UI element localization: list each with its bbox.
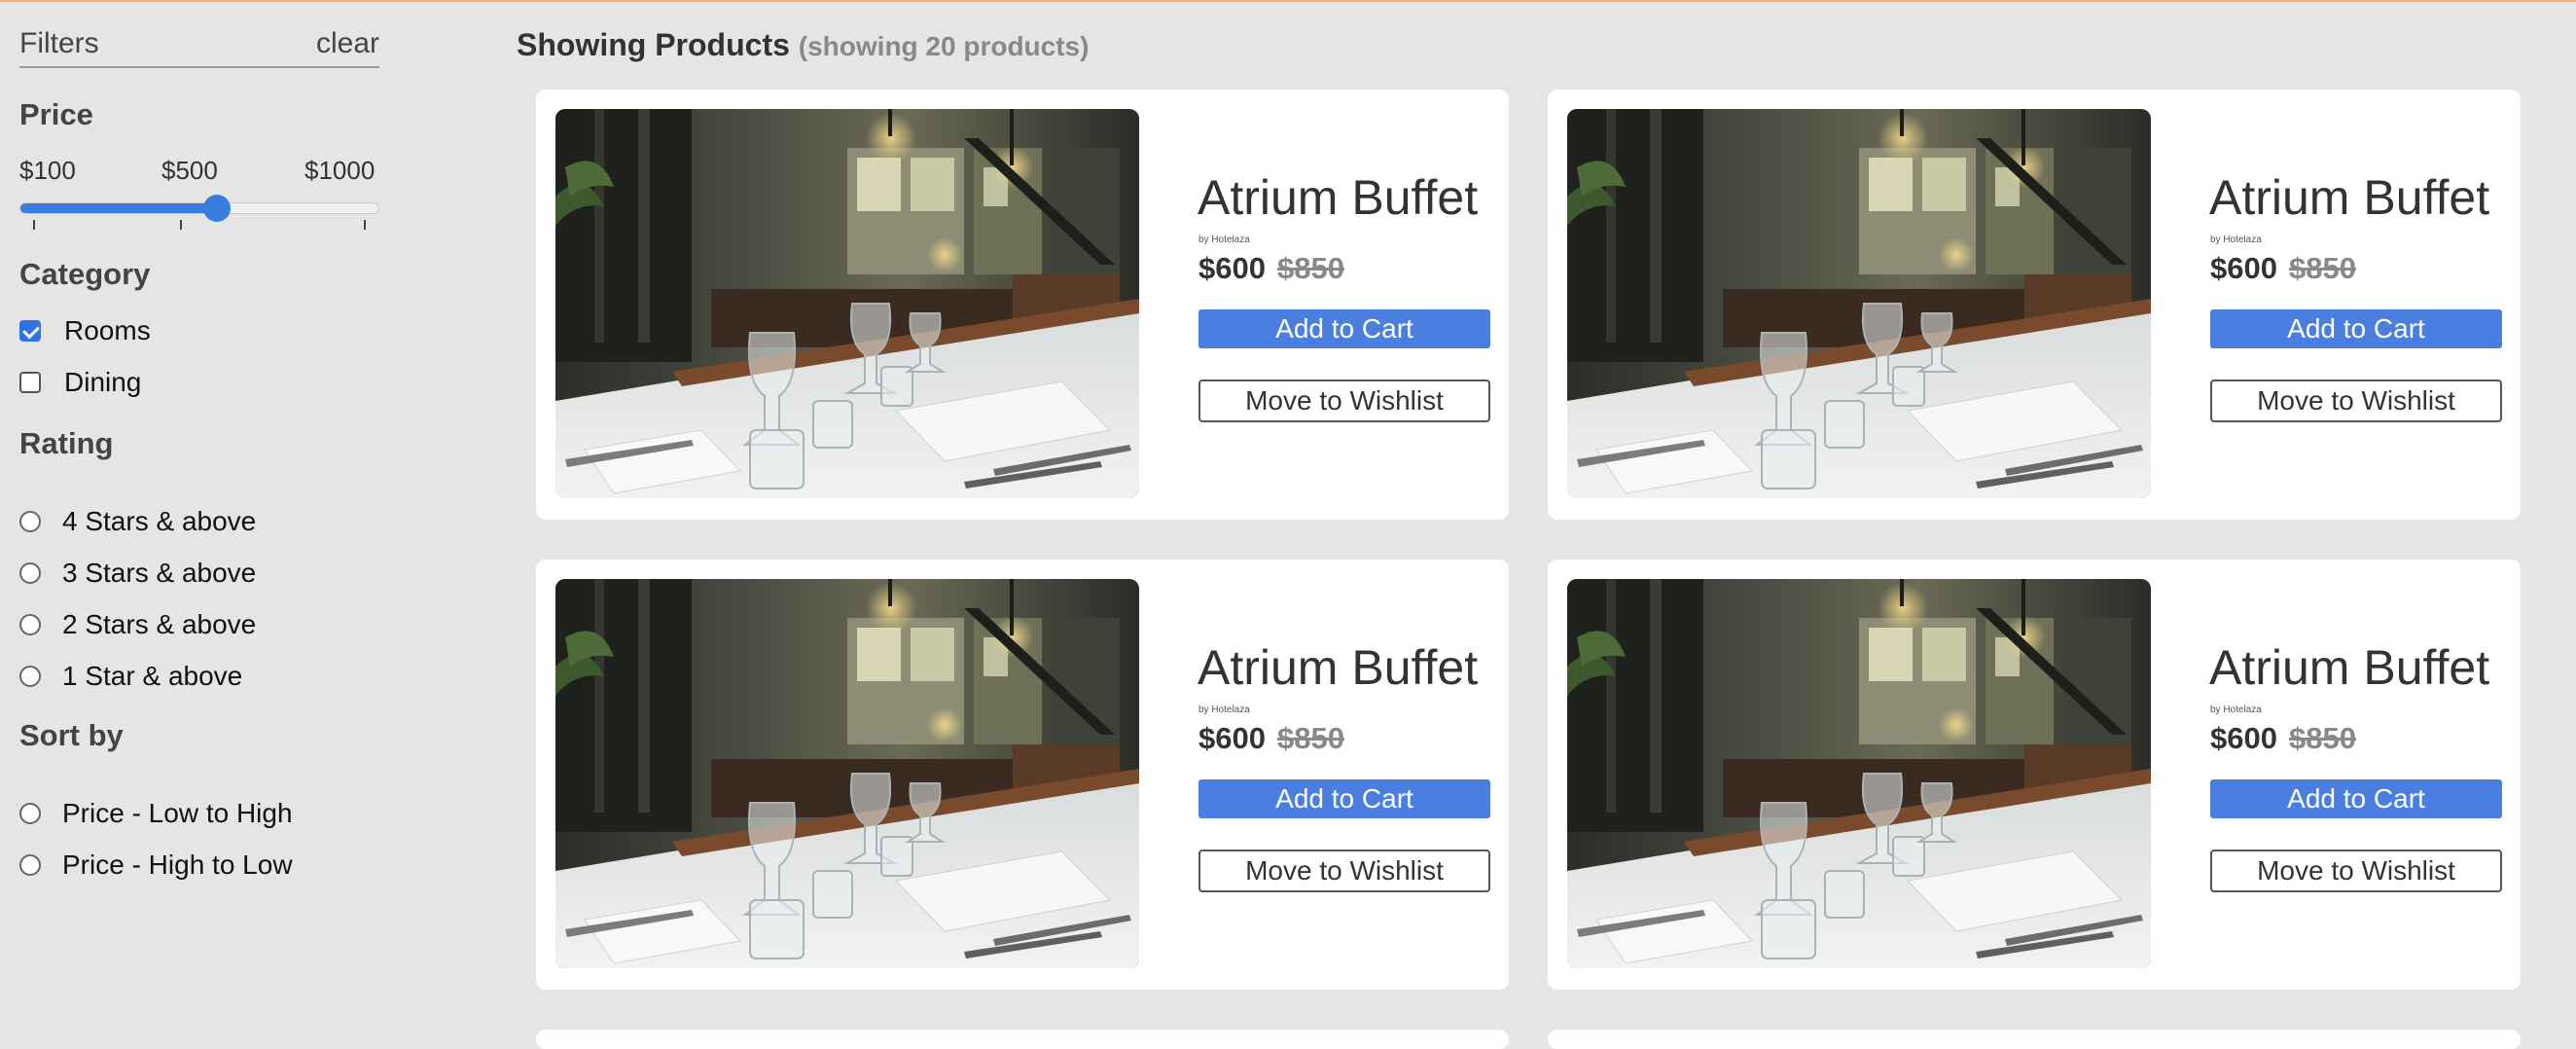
product-price: $600 bbox=[1199, 251, 1266, 285]
product-brand: by Hotelaza bbox=[2210, 705, 2262, 715]
price-section-title: Price bbox=[19, 97, 93, 131]
price-tick-min bbox=[33, 220, 35, 230]
price-slider-thumb[interactable] bbox=[203, 195, 232, 222]
move-to-wishlist-button[interactable]: Move to Wishlist bbox=[2210, 380, 2502, 422]
rating-option-3-stars[interactable]: 3 Stars & above bbox=[19, 557, 256, 590]
product-price: $600 bbox=[2210, 721, 2277, 755]
move-to-wishlist-button[interactable]: Move to Wishlist bbox=[1199, 380, 1490, 422]
rating-radio[interactable] bbox=[19, 666, 41, 687]
product-image[interactable] bbox=[1567, 579, 2151, 968]
product-card bbox=[1548, 1030, 2521, 1049]
sort-option-label: Price - Low to High bbox=[62, 798, 293, 828]
price-slider-fill bbox=[20, 203, 218, 213]
category-option-label: Dining bbox=[64, 367, 142, 397]
rating-option-label: 3 Stars & above bbox=[62, 558, 257, 588]
rating-option-2-stars[interactable]: 2 Stars & above bbox=[19, 608, 256, 641]
product-card bbox=[536, 1030, 1509, 1049]
page-title: Showing Products (showing 20 products) bbox=[517, 27, 1089, 63]
sort-option-label: Price - High to Low bbox=[62, 850, 293, 880]
top-border bbox=[0, 0, 2576, 2]
price-max-label: $1000 bbox=[304, 156, 376, 185]
price-mid-label: $500 bbox=[161, 156, 218, 185]
rating-option-4-stars[interactable]: 4 Stars & above bbox=[19, 505, 256, 538]
filters-header: Filters clear bbox=[19, 27, 379, 68]
add-to-cart-button[interactable]: Add to Cart bbox=[2210, 779, 2502, 818]
sort-radio[interactable] bbox=[19, 803, 41, 824]
product-name[interactable]: Atrium Buffet bbox=[2209, 169, 2489, 226]
filters-sidebar: Filters clear Price $100 $500 $1000 Cate… bbox=[19, 0, 381, 1033]
rating-option-label: 2 Stars & above bbox=[62, 609, 257, 639]
page-title-text: Showing Products bbox=[517, 27, 790, 62]
rating-option-1-star[interactable]: 1 Star & above bbox=[19, 660, 242, 693]
product-count: (showing 20 products) bbox=[798, 31, 1090, 61]
category-section-title: Category bbox=[19, 257, 151, 291]
rating-option-label: 1 Star & above bbox=[62, 661, 243, 691]
sort-section-title: Sort by bbox=[19, 718, 124, 752]
product-image[interactable] bbox=[1567, 109, 2151, 498]
product-original-price: $850 bbox=[1277, 251, 1344, 285]
product-brand: by Hotelaza bbox=[2210, 235, 2262, 245]
add-to-cart-button[interactable]: Add to Cart bbox=[2210, 309, 2502, 348]
price-slider[interactable] bbox=[19, 195, 379, 222]
rating-radio[interactable] bbox=[19, 614, 41, 635]
rating-radio[interactable] bbox=[19, 511, 41, 532]
price-tick-mid bbox=[180, 220, 182, 230]
sort-radio[interactable] bbox=[19, 854, 41, 876]
category-option-rooms[interactable]: Rooms bbox=[19, 314, 151, 347]
category-option-dining[interactable]: Dining bbox=[19, 366, 141, 399]
filters-title: Filters bbox=[19, 27, 99, 59]
add-to-cart-button[interactable]: Add to Cart bbox=[1199, 309, 1490, 348]
product-image[interactable] bbox=[555, 579, 1139, 968]
product-brand: by Hotelaza bbox=[1199, 235, 1250, 245]
rating-radio[interactable] bbox=[19, 562, 41, 584]
product-price: $600 bbox=[1199, 721, 1266, 755]
product-card: Atrium Buffet by Hotelaza $600 $850 Add … bbox=[536, 560, 1509, 990]
price-min-label: $100 bbox=[19, 156, 76, 185]
product-original-price: $850 bbox=[1277, 721, 1344, 755]
product-name[interactable]: Atrium Buffet bbox=[1198, 169, 1478, 226]
product-card: Atrium Buffet by Hotelaza $600 $850 Add … bbox=[1548, 560, 2521, 990]
move-to-wishlist-button[interactable]: Move to Wishlist bbox=[2210, 850, 2502, 892]
rooms-checkbox[interactable] bbox=[19, 320, 41, 342]
sort-option-low-to-high[interactable]: Price - Low to High bbox=[19, 797, 293, 830]
rating-section-title: Rating bbox=[19, 426, 114, 460]
rating-option-label: 4 Stars & above bbox=[62, 506, 257, 536]
product-name[interactable]: Atrium Buffet bbox=[2209, 639, 2489, 696]
product-brand: by Hotelaza bbox=[1199, 705, 1250, 715]
product-name[interactable]: Atrium Buffet bbox=[1198, 639, 1478, 696]
dining-checkbox[interactable] bbox=[19, 372, 41, 393]
category-option-label: Rooms bbox=[64, 315, 151, 345]
product-original-price: $850 bbox=[2289, 251, 2356, 285]
product-card: Atrium Buffet by Hotelaza $600 $850 Add … bbox=[536, 90, 1509, 520]
sort-option-high-to-low[interactable]: Price - High to Low bbox=[19, 849, 293, 882]
product-price: $600 bbox=[2210, 251, 2277, 285]
price-tick-max bbox=[364, 220, 366, 230]
product-original-price: $850 bbox=[2289, 721, 2356, 755]
add-to-cart-button[interactable]: Add to Cart bbox=[1199, 779, 1490, 818]
clear-filters-link[interactable]: clear bbox=[316, 27, 379, 60]
product-image[interactable] bbox=[555, 109, 1139, 498]
product-card: Atrium Buffet by Hotelaza $600 $850 Add … bbox=[1548, 90, 2521, 520]
move-to-wishlist-button[interactable]: Move to Wishlist bbox=[1199, 850, 1490, 892]
